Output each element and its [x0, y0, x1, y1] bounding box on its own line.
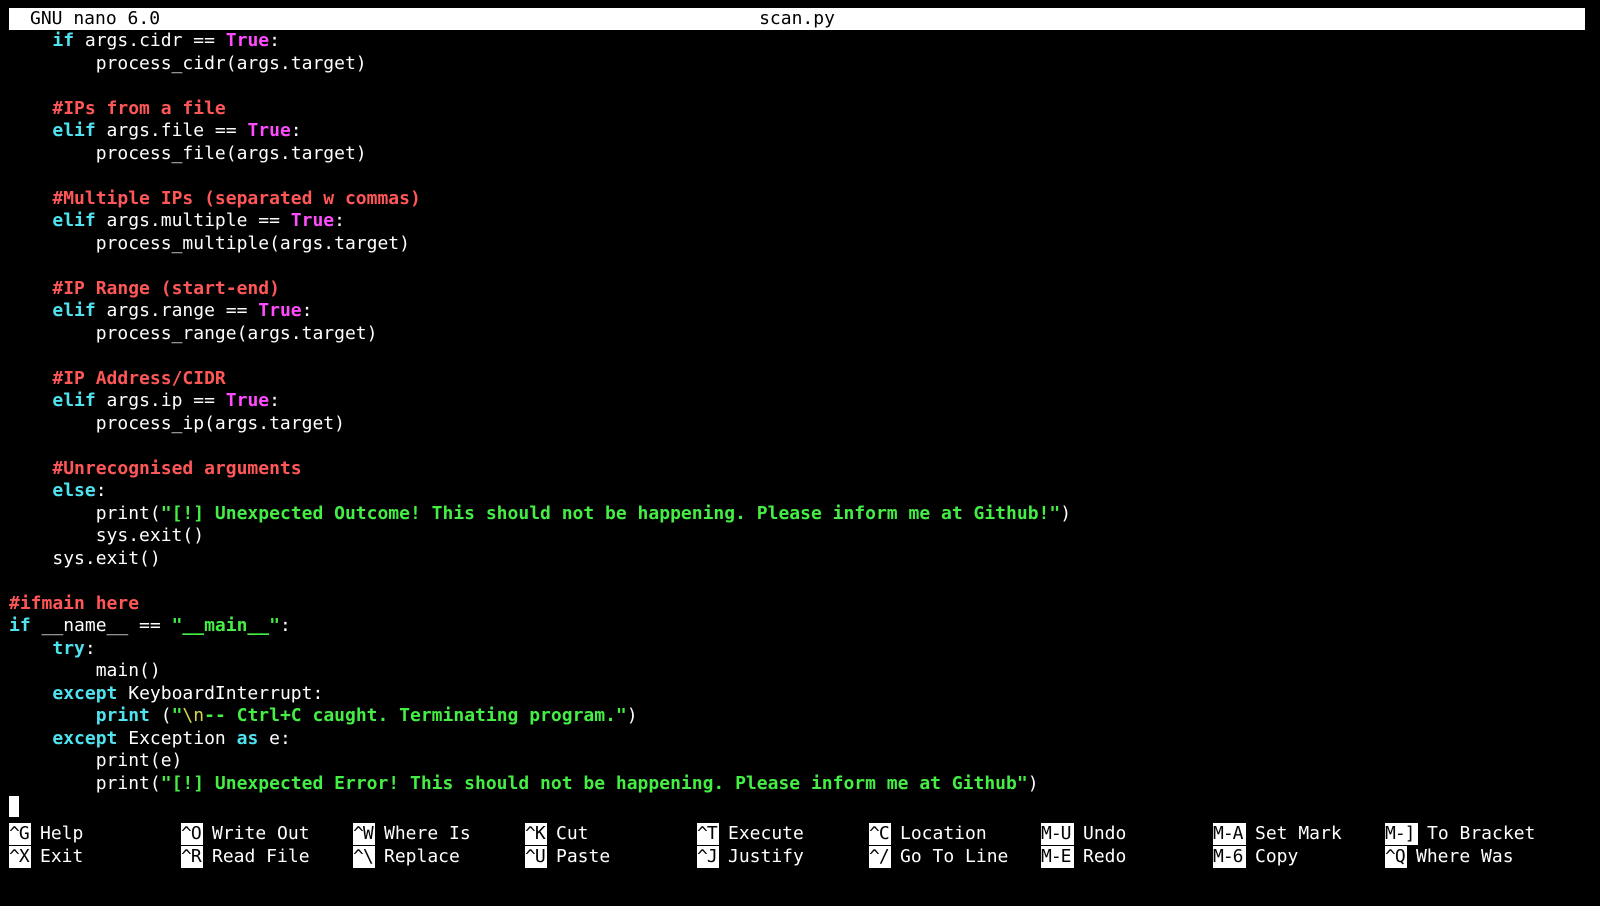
code-line: print("[!] Unexpected Outcome! This shou… [95, 502, 1072, 524]
code-line: process_multiple(args.target) [95, 232, 410, 254]
code-line: sys.exit() [95, 525, 205, 546]
shortcut-read-file[interactable]: ^R Read File [181, 846, 310, 868]
shortcut-paste[interactable]: ^U Paste [525, 846, 610, 868]
code-line: sys.exit() [52, 547, 161, 569]
code-line: else: [52, 480, 107, 501]
shortcut-where-is[interactable]: ^W Where Is [353, 823, 471, 845]
code-comment: #IPs from a file [52, 97, 226, 119]
shortcut-where-was[interactable]: ^Q Where Was [1385, 846, 1514, 868]
code-comment: #IP Address/CIDR [52, 367, 226, 389]
code-line: elif args.file == True: [52, 120, 302, 141]
shortcut-set-mark[interactable]: M-A Set Mark [1213, 823, 1342, 845]
code-line: elif args.range == True: [52, 300, 313, 321]
code-comment: #ifmain here [9, 592, 140, 614]
cursor-line [9, 795, 1589, 818]
code-line: if args.cidr == True: [52, 30, 280, 51]
shortcut-redo[interactable]: M-E Redo [1041, 846, 1126, 868]
shortcut-execute[interactable]: ^T Execute [697, 823, 804, 845]
shortcut-copy[interactable]: M-6 Copy [1213, 846, 1298, 868]
code-line: elif args.multiple == True: [52, 210, 345, 231]
code-line: print ("\n-- Ctrl+C caught. Terminating … [95, 705, 638, 726]
shortcut-replace[interactable]: ^\ Replace [353, 846, 460, 868]
title-bar: GNU nano 6.0 scan.py [9, 8, 1585, 30]
shortcut-go-to-line[interactable]: ^/Go To Line [869, 846, 1008, 868]
code-comment: #IP Range (start-end) [52, 277, 280, 299]
shortcut-undo[interactable]: M-U Undo [1041, 823, 1126, 845]
code-comment: #Multiple IPs (separated w commas) [52, 187, 421, 209]
code-line: process_cidr(args.target) [95, 52, 367, 74]
code-line: print(e) [95, 750, 183, 771]
code-line: main() [95, 660, 161, 681]
shortcut-justify[interactable]: ^J Justify [697, 846, 804, 868]
shortcut-exit[interactable]: ^X Exit [9, 846, 83, 868]
code-line: except KeyboardInterrupt: [52, 682, 324, 704]
text-cursor [9, 795, 19, 817]
code-line: process_range(args.target) [95, 322, 378, 344]
shortcut-to-bracket[interactable]: M-] To Bracket [1385, 823, 1535, 845]
code-comment: #Unrecognised arguments [52, 457, 302, 479]
shortcut-cut[interactable]: ^K Cut [525, 823, 589, 845]
editor-text-area[interactable]: if args.cidr == True: process_cidr(args.… [9, 30, 1589, 820]
shortcut-write-out[interactable]: ^O Write Out [181, 823, 310, 845]
code-line: process_file(args.target) [95, 142, 367, 164]
shortcut-bar: ^G Help ^X Exit ^O Write Out ^R Read File ^W… [9, 823, 1589, 869]
filename-label: scan.py [759, 8, 835, 29]
code-line: elif args.ip == True: [52, 390, 280, 411]
code-line: if __name__ == "__main__": [9, 615, 291, 636]
shortcut-location[interactable]: ^C Location [869, 823, 987, 845]
code-line: try: [52, 637, 96, 659]
code-line: except Exception as e: [52, 727, 291, 749]
code-line: process_ip(args.target) [95, 412, 345, 434]
code-line: print("[!] Unexpected Error! This should… [95, 772, 1039, 794]
shortcut-help[interactable]: ^G Help [9, 823, 83, 845]
